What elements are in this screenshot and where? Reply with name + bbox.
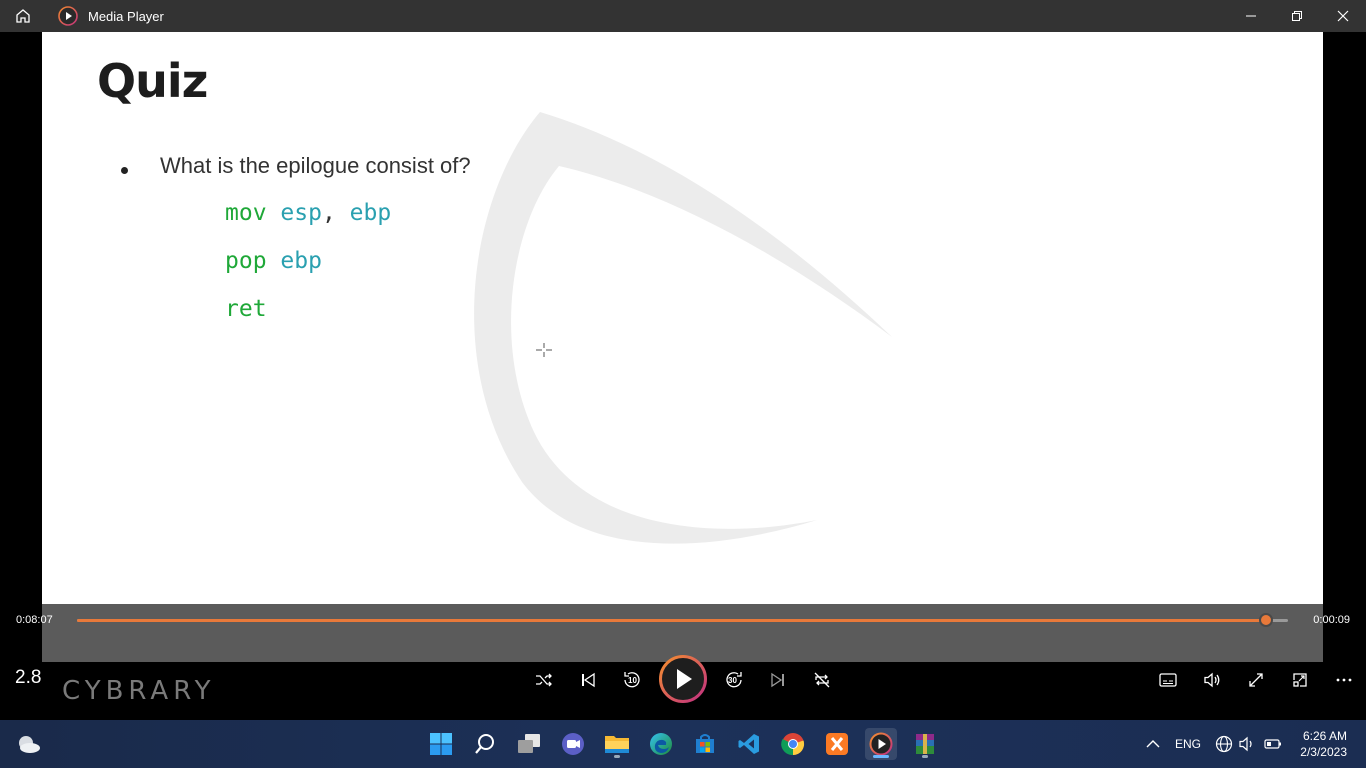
fullscreen-button[interactable] xyxy=(1238,662,1274,698)
clock-time: 6:26 AM xyxy=(1302,729,1347,743)
winrar-icon xyxy=(916,734,934,754)
battery-icon xyxy=(1264,739,1281,749)
shuffle-icon xyxy=(536,673,552,687)
speaker-icon xyxy=(1239,736,1252,752)
running-indicator xyxy=(614,755,620,758)
microsoft-store-icon xyxy=(696,734,714,753)
quiz-question: What is the epilogue consist of? xyxy=(160,153,471,178)
volume-button[interactable] xyxy=(1194,662,1230,698)
shuffle-button[interactable] xyxy=(526,662,562,698)
xampp-icon xyxy=(826,733,848,755)
code-token: , xyxy=(321,200,336,226)
code-token: mov xyxy=(225,200,267,226)
cybrary-brand-logo: CYBRARY xyxy=(62,676,216,706)
next-button[interactable] xyxy=(760,662,796,698)
system-clock[interactable]: 6:26 AM 2/3/2023 xyxy=(1300,728,1347,760)
clock-date: 2/3/2023 xyxy=(1300,745,1347,759)
minimize-icon xyxy=(1246,15,1256,17)
winrar-app[interactable] xyxy=(909,728,941,760)
code-token: ret xyxy=(225,296,267,322)
media-player-icon xyxy=(869,732,893,756)
vscode-app[interactable] xyxy=(733,728,765,760)
title-bar: Media Player xyxy=(0,0,1366,32)
battery-status[interactable] xyxy=(1257,728,1289,760)
crosshair-cursor-icon xyxy=(536,343,552,357)
more-icon xyxy=(1336,678,1352,682)
code-token: esp xyxy=(266,200,322,226)
xampp-app[interactable] xyxy=(821,728,853,760)
playback-speed: 2.8 xyxy=(15,667,42,688)
running-indicator xyxy=(922,755,928,758)
repeat-off-icon xyxy=(814,672,830,688)
taskbar-search[interactable] xyxy=(469,728,501,760)
seek-bar[interactable] xyxy=(77,613,1288,627)
slide-title: Quiz xyxy=(97,54,208,108)
window-title: Media Player xyxy=(88,8,164,24)
search-icon xyxy=(475,734,494,754)
skip-back-button[interactable]: 10 xyxy=(614,662,650,698)
more-options-button[interactable] xyxy=(1326,662,1362,698)
active-indicator xyxy=(873,755,889,758)
remaining-time: 0:00:09 xyxy=(1313,614,1350,626)
miniplayer-icon xyxy=(1293,673,1307,687)
chevron-up-icon xyxy=(1146,740,1160,748)
code-line: pop ebp xyxy=(225,248,322,274)
code-line: ret xyxy=(225,296,267,322)
miniplayer-button[interactable] xyxy=(1282,662,1318,698)
cybrary-watermark-logo xyxy=(474,112,892,544)
taskbar: ENG 6:26 AM 2/3/2023 xyxy=(0,720,1366,768)
media-player-app[interactable] xyxy=(865,728,897,760)
skip-forward-seconds: 30 xyxy=(728,676,737,685)
edge-browser-icon xyxy=(650,733,672,755)
task-view-icon xyxy=(518,734,540,753)
fullscreen-icon xyxy=(1249,673,1263,687)
microsoft-store-app[interactable] xyxy=(689,728,721,760)
home-button[interactable] xyxy=(0,0,46,32)
close-button[interactable] xyxy=(1320,0,1366,32)
show-hidden-icons-button[interactable] xyxy=(1137,728,1169,760)
teams-chat-icon xyxy=(562,733,584,755)
input-language[interactable]: ENG xyxy=(1175,737,1201,751)
volume-icon xyxy=(1204,672,1220,688)
code-token: pop xyxy=(225,248,267,274)
captions-icon xyxy=(1159,673,1177,687)
video-frame-slide: Quiz What is the epilogue consist of? mo… xyxy=(42,32,1323,604)
vscode-icon xyxy=(738,734,759,754)
skip-back-seconds: 10 xyxy=(628,676,637,685)
media-player-app-icon xyxy=(58,6,78,26)
file-explorer-icon xyxy=(605,736,629,753)
teams-chat-app[interactable] xyxy=(557,728,589,760)
chrome-app[interactable] xyxy=(777,728,809,760)
captions-button[interactable] xyxy=(1150,662,1186,698)
play-icon xyxy=(659,655,707,703)
file-explorer-app[interactable] xyxy=(601,728,633,760)
player-controls: 0:08:07 0:00:09 2.8 CYBRARY 10 30 xyxy=(0,604,1366,720)
edge-app[interactable] xyxy=(645,728,677,760)
previous-icon xyxy=(582,672,595,688)
bullet-point xyxy=(121,167,128,174)
previous-button[interactable] xyxy=(570,662,606,698)
minimize-button[interactable] xyxy=(1228,0,1274,32)
chrome-icon xyxy=(781,733,805,756)
restore-button[interactable] xyxy=(1274,0,1320,32)
code-token: ebp xyxy=(266,248,322,274)
code-line: mov esp, ebp xyxy=(225,200,391,226)
repeat-button[interactable] xyxy=(804,662,840,698)
task-view-button[interactable] xyxy=(513,728,545,760)
skip-forward-button[interactable]: 30 xyxy=(716,662,752,698)
home-icon xyxy=(16,9,30,23)
elapsed-time: 0:08:07 xyxy=(16,614,53,626)
code-token: ebp xyxy=(335,200,392,226)
start-button[interactable] xyxy=(425,728,457,760)
weather-cloud-icon xyxy=(19,736,40,753)
seek-bar-fill xyxy=(77,619,1267,622)
next-icon xyxy=(771,672,784,688)
restore-icon xyxy=(1292,11,1302,21)
close-icon xyxy=(1337,10,1349,22)
weather-widget[interactable] xyxy=(13,728,45,760)
play-button[interactable] xyxy=(658,654,708,704)
windows-start-icon xyxy=(430,733,452,755)
